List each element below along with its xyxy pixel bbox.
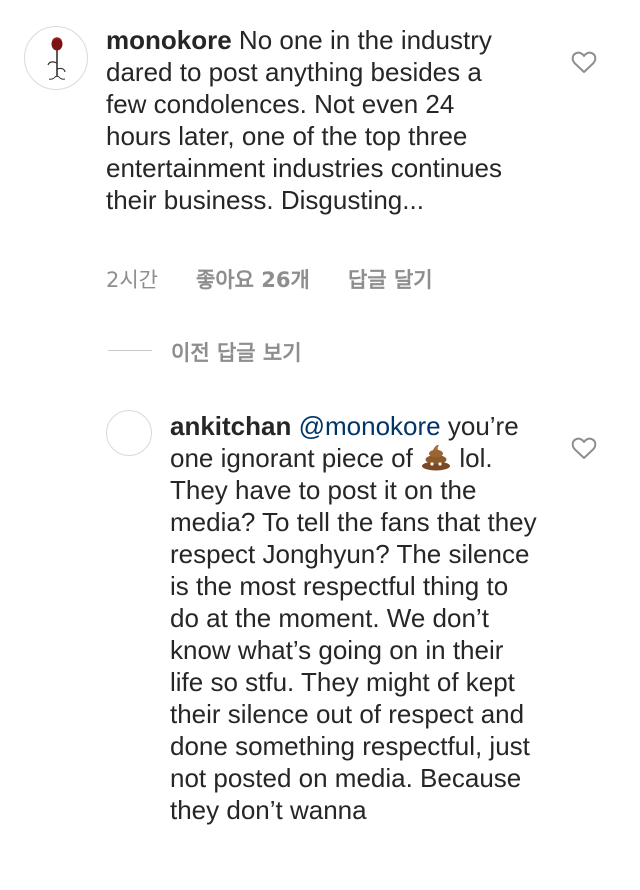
reply-text-after: lol. They have to post it on the media? … [170,443,537,825]
replies-divider [108,350,152,351]
comment-body: monokore No one in the industry dared to… [106,24,516,216]
comment-likes[interactable]: 좋아요 26개 [196,264,310,294]
heart-icon[interactable] [571,50,597,74]
reply-username[interactable]: ankitchan [170,411,291,441]
view-previous-replies-button[interactable]: 이전 답글 보기 [171,337,302,367]
heart-icon[interactable] [571,436,597,460]
reply-button[interactable]: 답글 달기 [348,264,433,294]
comment-time: 2시간 [106,268,159,292]
comment-username[interactable]: monokore [106,25,232,55]
reply-body: ankitchan @monokore you’re one ignorant … [170,410,540,826]
reply-mention[interactable]: @monokore [299,411,441,441]
rose-icon [47,37,66,80]
avatar-monokore[interactable] [24,26,88,90]
poop-emoji-icon [422,444,451,471]
avatar-ankitchan[interactable] [106,410,152,456]
